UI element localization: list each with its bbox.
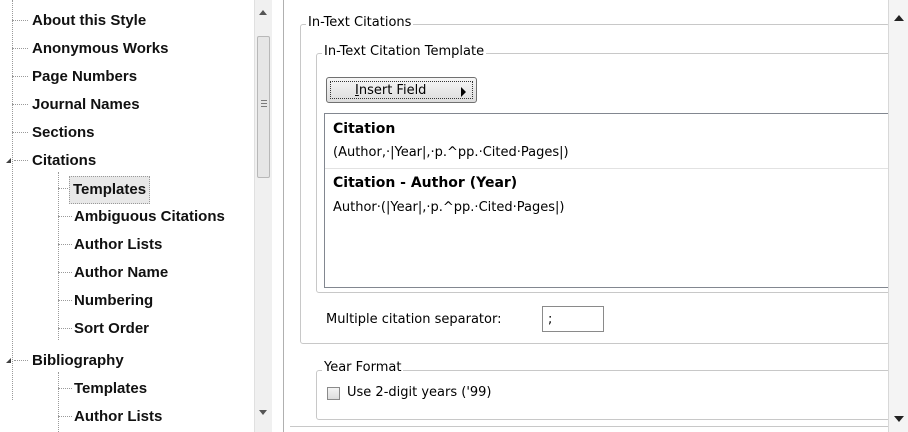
two-digit-year-label: Use 2-digit years ('99): [347, 385, 492, 400]
panel-scrollbar[interactable]: [888, 0, 908, 432]
panel-bottom-edge: [290, 426, 890, 427]
tree-scrollbar[interactable]: [254, 0, 272, 432]
scroll-up-button[interactable]: [889, 6, 908, 30]
scroll-thumb[interactable]: [257, 36, 270, 178]
tree-guide-line: [58, 372, 59, 432]
citation-template-editor[interactable]: Citation (Author,·|Year|,·p.^pp.·Cited·P…: [324, 113, 890, 288]
tree-item-label: Ambiguous Citations: [74, 208, 225, 225]
tree-item-label: Anonymous Works: [32, 40, 169, 57]
tree-item-label: Numbering: [74, 292, 154, 309]
two-digit-year-checkbox[interactable]: [327, 387, 340, 400]
year-format-title: Year Format: [322, 360, 404, 376]
style-tree: About this Style Anonymous Works Page Nu…: [0, 0, 254, 432]
expanded-toggle-icon[interactable]: [6, 358, 11, 363]
author-year-heading: Citation - Author (Year): [333, 175, 518, 191]
citation-heading: Citation: [333, 121, 396, 137]
tree-guide-line: [12, 0, 13, 400]
tree-item-label: Sections: [32, 124, 95, 141]
tree-item-label: Author Lists: [74, 408, 163, 425]
tree-item-label: Author Lists: [74, 236, 163, 253]
separator-input[interactable]: [542, 306, 604, 332]
up-arrow-icon: [259, 10, 267, 15]
author-year-template-line[interactable]: Author·(|Year|,·p.^pp.·Cited·Pages|): [333, 200, 564, 215]
insert-field-button[interactable]: Insert Field: [326, 77, 477, 103]
scroll-up-button[interactable]: [255, 4, 272, 21]
tree-item-label: Journal Names: [32, 96, 140, 113]
tree-item-label: About this Style: [32, 12, 147, 29]
tree-item-label: Citations: [32, 152, 97, 169]
separator-label: Multiple citation separator:: [326, 312, 502, 327]
tree-item-label: Page Numbers: [32, 68, 138, 85]
expanded-toggle-icon[interactable]: [6, 158, 11, 163]
template-divider: [325, 168, 889, 169]
citation-template-title: In-Text Citation Template: [322, 44, 487, 60]
tree-item-label: Bibliography: [32, 352, 124, 369]
tree-item-label: Templates: [74, 380, 148, 397]
citation-template-line[interactable]: (Author,·|Year|,·p.^pp.·Cited·Pages|): [333, 145, 569, 160]
down-arrow-icon: [894, 416, 904, 422]
in-text-citations-title: In-Text Citations: [306, 15, 414, 31]
style-tree-pane: About this Style Anonymous Works Page Nu…: [0, 0, 272, 432]
scroll-down-button[interactable]: [255, 404, 272, 421]
insert-field-label: Insert Field: [355, 83, 427, 98]
tree-guide-line: [58, 172, 59, 340]
submenu-arrow-icon: [461, 87, 466, 97]
up-arrow-icon: [894, 15, 904, 21]
tree-item-label: Templates: [69, 176, 151, 204]
tree-item-label: Sort Order: [74, 320, 150, 337]
tree-item-label: Author Name: [74, 264, 169, 281]
down-arrow-icon: [259, 410, 267, 415]
scroll-down-button[interactable]: [889, 408, 908, 432]
